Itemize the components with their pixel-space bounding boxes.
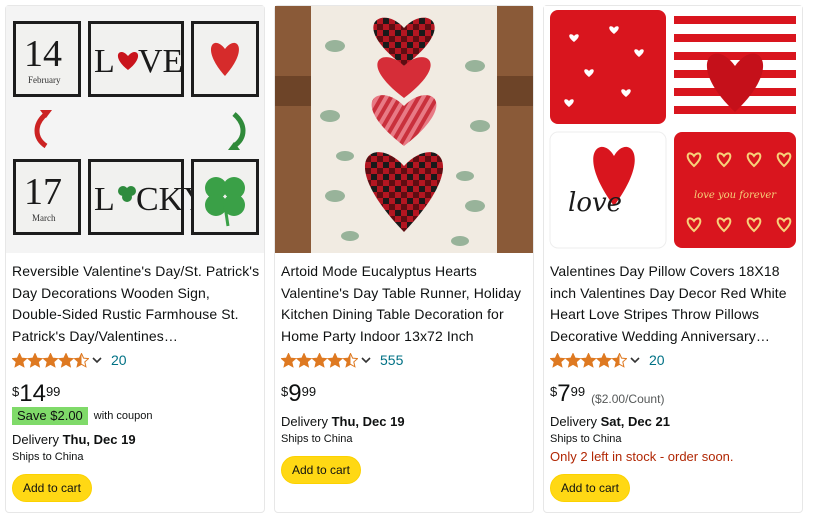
price-fraction: 99 (301, 384, 317, 399)
delivery-info: Delivery Thu, Dec 19 (281, 414, 405, 429)
delivery-label: Delivery (550, 414, 601, 429)
star-icons (281, 352, 358, 367)
chevron-down-icon[interactable] (361, 356, 371, 364)
product-card: 14 February L VE 17 March L CKY Reversib… (5, 5, 265, 513)
price[interactable]: $ 7 99 ($2.00/Count) (550, 381, 664, 407)
table-runner-image (275, 6, 533, 253)
star-rating[interactable] (281, 352, 358, 368)
price[interactable]: $ 14 99 (12, 381, 60, 407)
rating-row: 20 (12, 351, 127, 369)
product-image[interactable] (275, 6, 533, 253)
product-title[interactable]: Reversible Valentine's Day/St. Patrick's… (12, 261, 262, 347)
sign-date-bottom: 17 (24, 171, 62, 213)
price-whole: 7 (557, 380, 571, 407)
sign-word-top-start: L (94, 43, 115, 80)
review-count-link[interactable]: 555 (380, 352, 403, 368)
product-image[interactable]: love love you forever (544, 6, 802, 253)
coupon-text: with coupon (93, 410, 153, 422)
delivery-date: Sat, Dec 21 (600, 414, 670, 429)
pillow-love-text: love (568, 188, 622, 218)
sign-month-top: February (28, 75, 61, 85)
product-title[interactable]: Valentines Day Pillow Covers 18X18 inch … (550, 261, 800, 347)
star-icons (550, 352, 627, 367)
delivery-label: Delivery (281, 414, 332, 429)
product-card: Artoid Mode Eucalyptus Hearts Valentine'… (274, 5, 534, 513)
add-to-cart-button[interactable]: Add to cart (12, 474, 92, 502)
delivery-date: Thu, Dec 19 (331, 414, 405, 429)
delivery-date: Thu, Dec 19 (62, 432, 136, 447)
sign-date-top: 14 (24, 33, 62, 75)
review-count-link[interactable]: 20 (649, 352, 665, 368)
reversible-sign-image: 14 February L VE 17 March L CKY (6, 6, 264, 253)
pillow-small-text: love you forever (694, 190, 777, 201)
delivery-info: Delivery Sat, Dec 21 (550, 414, 670, 429)
price-fraction: 99 (570, 384, 586, 399)
star-rating[interactable] (12, 352, 89, 368)
delivery-label: Delivery (12, 432, 63, 447)
price[interactable]: $ 9 99 (281, 381, 316, 407)
ships-to: Ships to China (550, 433, 622, 445)
add-to-cart-button[interactable]: Add to cart (550, 474, 630, 502)
sign-word-bottom-start: L (94, 181, 115, 218)
chevron-down-icon[interactable] (92, 356, 102, 364)
delivery-info: Delivery Thu, Dec 19 (12, 432, 136, 447)
price-symbol: $ (281, 384, 289, 399)
stock-warning: Only 2 left in stock - order soon. (550, 449, 734, 464)
unit-price: ($2.00/Count) (591, 392, 665, 406)
product-card: love love you forever Valentines Day Pil… (543, 5, 803, 513)
star-icons (12, 352, 89, 367)
price-whole: 14 (19, 380, 46, 407)
price-symbol: $ (12, 384, 20, 399)
price-whole: 9 (288, 380, 302, 407)
product-image[interactable]: 14 February L VE 17 March L CKY (6, 6, 264, 253)
ships-to: Ships to China (12, 451, 84, 463)
coupon-row: Save $2.00 with coupon (12, 407, 153, 425)
rating-row: 20 (550, 351, 665, 369)
price-symbol: $ (550, 384, 558, 399)
review-count-link[interactable]: 20 (111, 352, 127, 368)
rating-row: 555 (281, 351, 403, 369)
add-to-cart-button[interactable]: Add to cart (281, 456, 361, 484)
price-fraction: 99 (45, 384, 61, 399)
star-rating[interactable] (550, 352, 627, 368)
ships-to: Ships to China (281, 433, 353, 445)
sign-month-bottom: March (32, 213, 56, 223)
chevron-down-icon[interactable] (630, 356, 640, 364)
sign-word-top-end: VE (138, 43, 183, 80)
coupon-badge: Save $2.00 (12, 407, 88, 425)
pillow-covers-image: love love you forever (544, 6, 802, 253)
product-title[interactable]: Artoid Mode Eucalyptus Hearts Valentine'… (281, 261, 531, 347)
